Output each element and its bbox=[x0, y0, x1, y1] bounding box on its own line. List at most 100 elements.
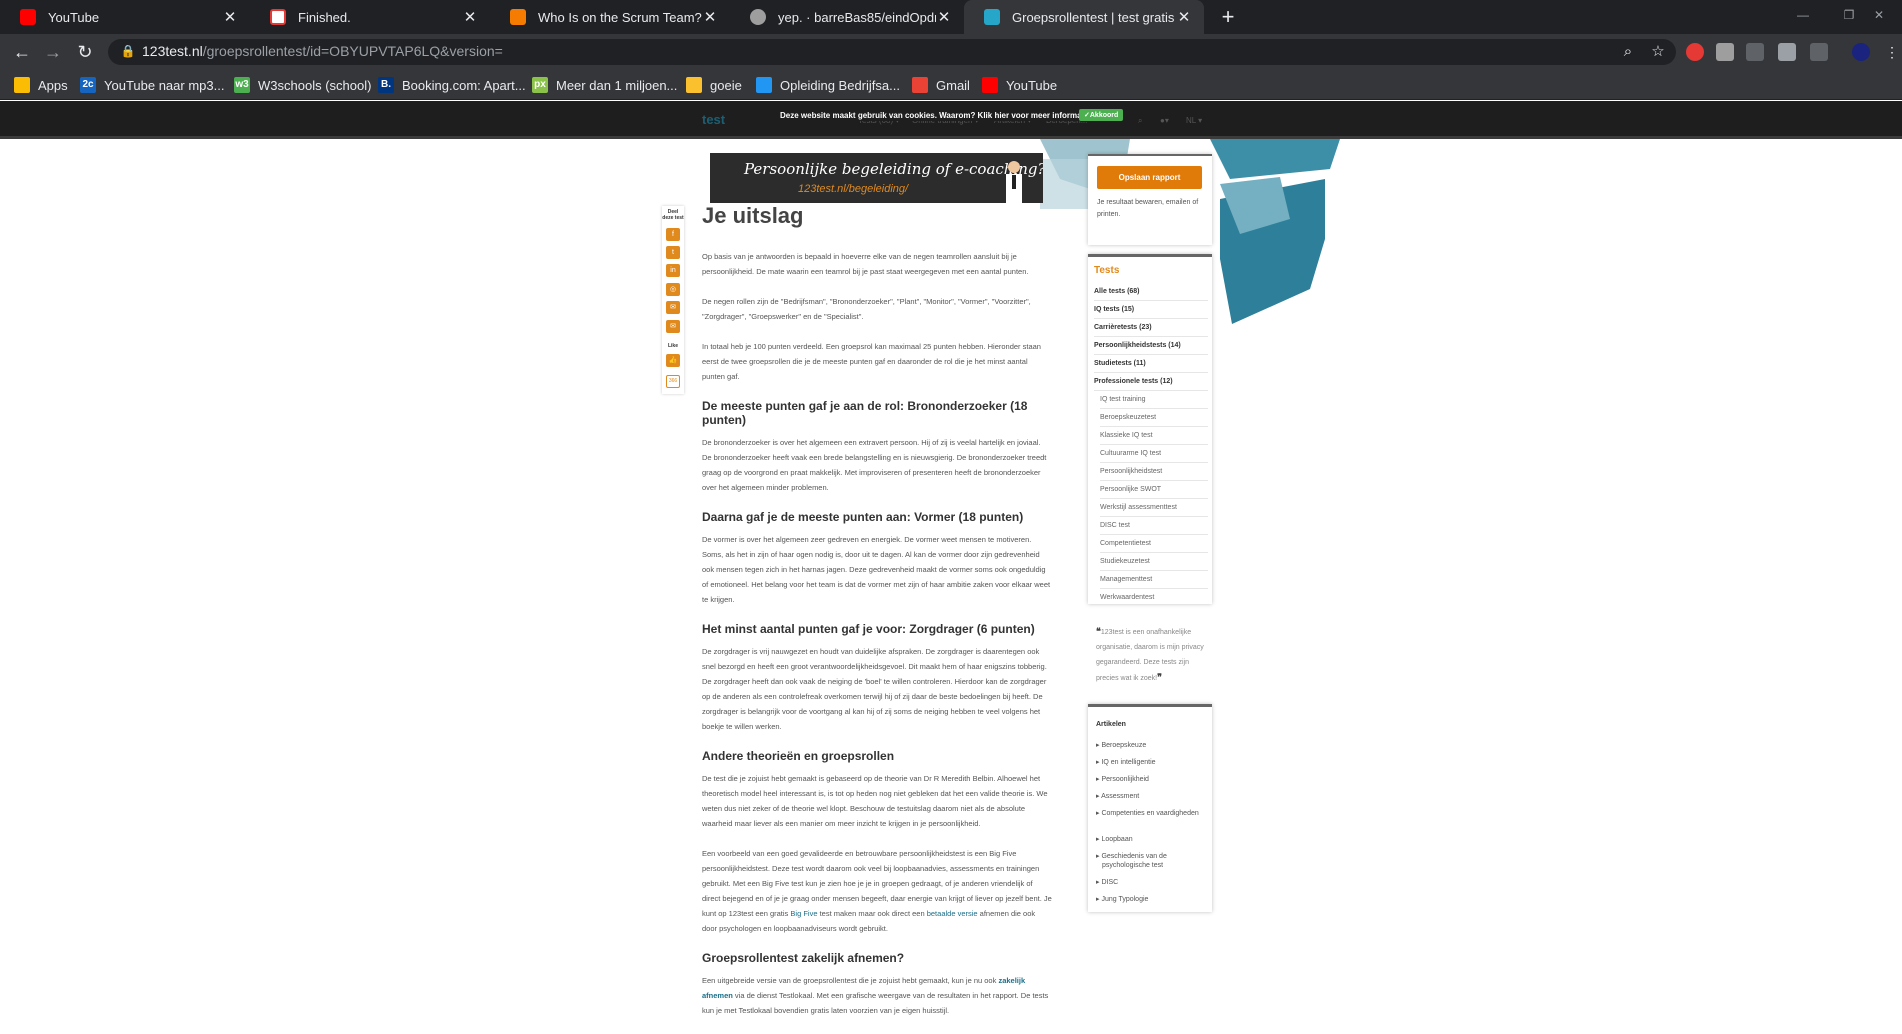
extension-shield-icon[interactable] bbox=[1686, 43, 1704, 61]
user-icon[interactable]: ●▾ bbox=[1160, 116, 1169, 125]
test-item[interactable]: Competentietest bbox=[1100, 535, 1208, 553]
bookmark-youtube[interactable]: YouTube bbox=[982, 76, 1057, 94]
facebook-icon[interactable]: f bbox=[666, 228, 680, 241]
test-item[interactable]: DISC test bbox=[1100, 517, 1208, 535]
tab-youtube[interactable]: YouTube ✕ bbox=[0, 0, 250, 34]
close-icon[interactable]: ✕ bbox=[1176, 8, 1192, 26]
more-options-icon[interactable]: ⋮ bbox=[1880, 40, 1902, 64]
lock-icon[interactable]: 🔒 bbox=[120, 44, 136, 60]
article-link[interactable]: ▸ Loopbaan bbox=[1096, 835, 1206, 844]
test-item[interactable]: Beroepskeuzetest bbox=[1100, 409, 1208, 427]
testimonial-quote: ❝123test is een onafhankelijke organisat… bbox=[1096, 624, 1210, 686]
address-bar[interactable]: 🔒 123test.nl/groepsrollentest/id=OBYUPVT… bbox=[108, 39, 1676, 65]
language-select[interactable]: NL ▾ bbox=[1186, 116, 1202, 125]
linkedin-icon[interactable]: in bbox=[666, 264, 680, 277]
opleiding-icon bbox=[756, 77, 772, 93]
minimize-button[interactable]: — bbox=[1780, 0, 1826, 30]
bookmark-apps[interactable]: Apps bbox=[14, 76, 68, 94]
tab-label: yep. · barreBas85/eindOpdracht bbox=[778, 9, 936, 25]
test-item[interactable]: Persoonlijkheidstest bbox=[1100, 463, 1208, 481]
close-icon[interactable]: ✕ bbox=[222, 8, 238, 26]
bookmark-gmail[interactable]: Gmail bbox=[912, 76, 970, 94]
save-report-button[interactable]: Opslaan rapport bbox=[1097, 166, 1202, 189]
forward-arrow-icon[interactable]: → bbox=[41, 40, 65, 64]
text-segment: Een voorbeeld van een goed gevalideerde … bbox=[702, 849, 1052, 918]
test-category-all[interactable]: Alle tests (68) bbox=[1094, 283, 1208, 301]
close-icon[interactable]: ✕ bbox=[936, 8, 952, 26]
close-icon[interactable]: ✕ bbox=[702, 8, 718, 26]
article-link[interactable]: ▸ Geschiedenis van de psychologische tes… bbox=[1096, 852, 1206, 870]
extension-pen-icon[interactable] bbox=[1746, 43, 1764, 61]
test-item[interactable]: Werkwaardentest bbox=[1100, 589, 1208, 607]
next-points-heading: Daarna gaf je de meeste punten aan: Vorm… bbox=[702, 510, 1024, 524]
zoom-icon[interactable]: ⌕ bbox=[1618, 42, 1638, 62]
search-icon[interactable]: ⌕ bbox=[1138, 116, 1142, 126]
tab-github[interactable]: yep. · barreBas85/eindOpdracht ✕ bbox=[730, 0, 964, 34]
result-article: Je uitslag Op basis van je antwoorden is… bbox=[702, 203, 1052, 1033]
reload-icon[interactable]: ↻ bbox=[73, 40, 97, 64]
thumbs-up-icon[interactable]: 👍 bbox=[666, 354, 680, 367]
tab-scrum-team[interactable]: Who Is on the Scrum Team? ✕ bbox=[490, 0, 730, 34]
cookie-notice[interactable]: Deze website maakt gebruik van cookies. … bbox=[778, 110, 1096, 121]
article-link[interactable]: ▸ Beroepskeuze bbox=[1096, 741, 1206, 750]
test-item[interactable]: IQ test training bbox=[1100, 391, 1208, 409]
article-link[interactable]: ▸ IQ en intelligentie bbox=[1096, 758, 1206, 767]
test-item[interactable]: Studiekeuzetest bbox=[1100, 553, 1208, 571]
test-item[interactable]: Klassieke IQ test bbox=[1100, 427, 1208, 445]
w3schools-icon: w3 bbox=[234, 77, 250, 93]
extension-menu-icon[interactable] bbox=[1810, 43, 1828, 61]
belbin-paragraph: De test die je zojuist hebt gemaakt is g… bbox=[702, 774, 1048, 828]
text-segment: via de dienst Testlokaal. Met een grafis… bbox=[702, 991, 1049, 1015]
test-item[interactable]: Werkstijl assessmenttest bbox=[1100, 499, 1208, 517]
next-points-paragraph: De vormer is over het algemeen zeer gedr… bbox=[702, 535, 1051, 604]
bookmark-star-icon[interactable]: ☆ bbox=[1648, 42, 1668, 62]
test-category-iq[interactable]: IQ tests (15) bbox=[1094, 301, 1208, 319]
cookie-accept-button[interactable]: ✓Akkoord bbox=[1079, 109, 1124, 121]
booking-icon: B. bbox=[378, 77, 394, 93]
site-logo[interactable]: test bbox=[702, 112, 725, 127]
article-link[interactable]: ▸ Competenties en vaardigheden bbox=[1096, 809, 1206, 818]
apps-grid-icon bbox=[14, 77, 30, 93]
bookmark-label: Gmail bbox=[936, 77, 970, 93]
bookmark-opleiding[interactable]: Opleiding Bedrijfsa... bbox=[756, 76, 900, 94]
messenger-icon[interactable]: ✉ bbox=[666, 301, 680, 314]
test-category-carriere[interactable]: Carrièretests (23) bbox=[1094, 319, 1208, 337]
test-category-persoonlijkheid[interactable]: Persoonlijkheidstests (14) bbox=[1094, 337, 1208, 355]
close-window-button[interactable]: ✕ bbox=[1856, 0, 1902, 30]
test-item[interactable]: Cultuurarme IQ test bbox=[1100, 445, 1208, 463]
url-text[interactable]: 123test.nl/groepsrollentest/id=OBYUPVTAP… bbox=[142, 43, 503, 59]
close-icon[interactable]: ✕ bbox=[462, 8, 478, 26]
bookmark-pixabay[interactable]: px Meer dan 1 miljoen... bbox=[532, 76, 677, 94]
extension-camera-icon[interactable] bbox=[1778, 43, 1796, 61]
extension-puzzle-icon[interactable] bbox=[1716, 43, 1734, 61]
articles-heading: Artikelen bbox=[1096, 721, 1126, 728]
profile-avatar[interactable] bbox=[1852, 43, 1870, 61]
big-five-paragraph: Een voorbeeld van een goed gevalideerde … bbox=[702, 846, 1052, 936]
checkbox-favicon-icon bbox=[270, 9, 286, 25]
tab-finished[interactable]: Finished. ✕ bbox=[250, 0, 490, 34]
article-link[interactable]: ▸ Assessment bbox=[1096, 792, 1206, 801]
bookmark-youtube-mp3[interactable]: 2c YouTube naar mp3... bbox=[80, 76, 224, 94]
article-link[interactable]: ▸ Jung Typologie bbox=[1096, 895, 1206, 904]
bookmark-booking[interactable]: B. Booking.com: Apart... bbox=[378, 76, 526, 94]
bookmark-w3schools[interactable]: w3 W3schools (school) bbox=[234, 76, 371, 94]
coaching-banner[interactable]: Persoonlijke begeleiding of e-coaching? … bbox=[710, 153, 1043, 203]
back-arrow-icon[interactable]: ← bbox=[10, 40, 34, 64]
tab-groepsrollentest[interactable]: Groepsrollentest | test gratis wat ✕ bbox=[964, 0, 1204, 34]
bookmark-goeie[interactable]: goeie bbox=[686, 76, 742, 94]
test-item[interactable]: Persoonlijke SWOT bbox=[1100, 481, 1208, 499]
test-item[interactable]: Managementtest bbox=[1100, 571, 1208, 589]
big-five-link[interactable]: Big Five bbox=[790, 909, 817, 918]
paid-version-link[interactable]: betaalde versie bbox=[927, 909, 978, 918]
test-category-professioneel[interactable]: Professionele tests (12) bbox=[1094, 373, 1208, 391]
business-paragraph: Een uitgebreide versie van de groepsroll… bbox=[702, 973, 1052, 1018]
article-link[interactable]: ▸ Persoonlijkheid bbox=[1096, 775, 1206, 784]
test-category-studie[interactable]: Studietests (11) bbox=[1094, 355, 1208, 373]
tab-strip: YouTube ✕ Finished. ✕ Who Is on the Scru… bbox=[0, 0, 1902, 34]
twitter-icon[interactable]: t bbox=[666, 246, 680, 259]
instagram-icon[interactable]: ◎ bbox=[666, 283, 680, 296]
email-icon[interactable]: ✉ bbox=[666, 320, 680, 333]
tests-heading: Tests bbox=[1094, 265, 1120, 276]
new-tab-button[interactable]: + bbox=[1215, 4, 1241, 30]
article-link[interactable]: ▸ DISC bbox=[1096, 878, 1206, 887]
